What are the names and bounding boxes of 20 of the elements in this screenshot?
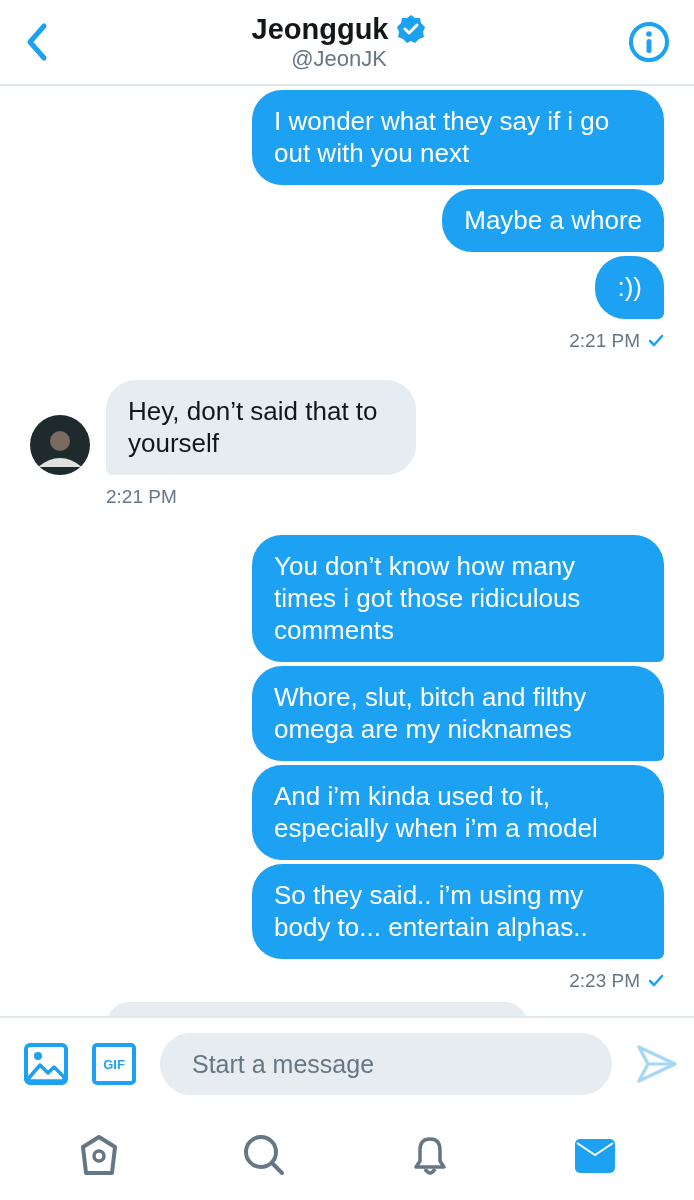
gif-button[interactable]: GIF bbox=[92, 1043, 136, 1085]
search-icon[interactable] bbox=[242, 1133, 287, 1177]
contact-handle: @JeonJK bbox=[291, 46, 387, 72]
message-bubble: You don’t know how many times i got those ridiculous comments bbox=[252, 535, 664, 662]
timestamp: 2:21 PM bbox=[106, 484, 177, 509]
timestamp: 2:23 PM bbox=[569, 969, 640, 993]
avatar[interactable] bbox=[30, 414, 90, 475]
message-bubble: I wonder what they say if i go out with you next bbox=[252, 90, 664, 185]
send-icon[interactable] bbox=[636, 1044, 678, 1084]
message-bubble: Hey, don’t said that to yourself bbox=[106, 379, 416, 475]
image-icon[interactable] bbox=[24, 1043, 68, 1085]
message-input[interactable]: Start a message bbox=[160, 1033, 612, 1095]
info-icon[interactable] bbox=[628, 21, 670, 63]
message-bubble: And i’m kinda used to it, especially when i’m a model bbox=[252, 765, 664, 860]
message-bubble: So they said.. i’m using my body to... entertain alphas.. bbox=[252, 864, 664, 959]
message-bubble: :)) bbox=[595, 256, 664, 319]
contact-name: Jeongguk bbox=[251, 12, 389, 46]
message-bubble: Whore, slut, bitch and filthy omega are my nicknames bbox=[252, 666, 664, 761]
message-bubble: Maybe a whore bbox=[442, 189, 664, 252]
timestamp: 2:21 PM bbox=[569, 329, 640, 353]
